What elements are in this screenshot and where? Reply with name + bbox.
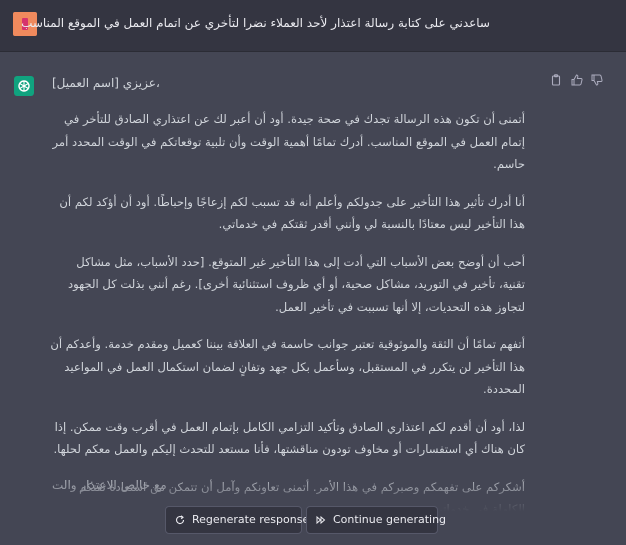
- regenerate-label: Regenerate response: [192, 513, 310, 526]
- thumbs-down-icon[interactable]: [591, 74, 603, 86]
- paragraph: أتفهم تمامًا أن الثقة والموثوقية تعتبر ج…: [50, 337, 525, 396]
- paragraph: أحب أن أوضح بعض الأسباب التي أدت إلى هذا…: [68, 254, 525, 314]
- letter-greeting: عزيزي [اسم العميل]،: [52, 76, 160, 90]
- thumbs-up-icon[interactable]: [571, 74, 583, 86]
- copy-icon[interactable]: [550, 74, 562, 86]
- continue-generating-button[interactable]: Continue generating: [306, 506, 446, 534]
- paragraph: أنا أدرك تأثير هذا التأخير على جدولكم وأ…: [59, 194, 525, 232]
- regenerate-response-button[interactable]: Regenerate response: [165, 506, 309, 534]
- fast-forward-icon: [316, 515, 326, 525]
- user-message-row: ساعدني على كتابة رسالة اعتذار لأحد العمل…: [0, 0, 626, 52]
- assistant-message-body: أتمنى أن تكون هذه الرسالة تجدك في صحة جي…: [49, 108, 525, 536]
- user-message-text: ساعدني على كتابة رسالة اعتذار لأحد العمل…: [21, 16, 490, 30]
- refresh-icon: [176, 515, 185, 525]
- continue-label: Continue generating: [333, 513, 447, 526]
- letter-closing: مع خالص الاعتذار والت: [52, 478, 167, 492]
- openai-logo-icon: [18, 80, 30, 92]
- paragraph: لذا، أود أن أقدم لكم اعتذاري الصادق وتأك…: [53, 419, 525, 457]
- paragraph: أتمنى أن تكون هذه الرسالة تجدك في صحة جي…: [52, 112, 525, 171]
- assistant-avatar: [14, 76, 34, 96]
